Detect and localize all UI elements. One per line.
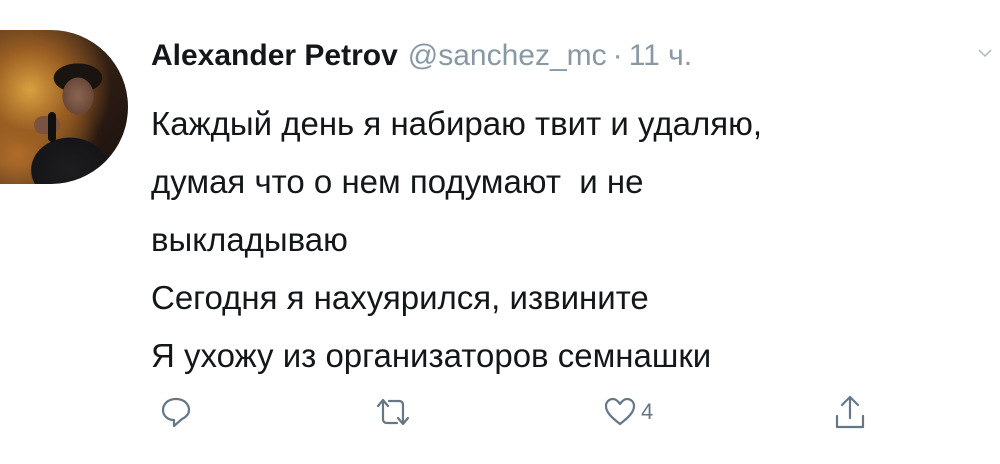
- retweet-button[interactable]: [373, 392, 413, 432]
- tweet-text: Каждый день я набираю твит и удаляю, дум…: [151, 95, 981, 385]
- tweet: Alexander Petrov @sanchez_mc · 11 ч. Кажд…: [0, 0, 1000, 464]
- user-handle[interactable]: @sanchez_mc: [408, 39, 607, 72]
- tweet-line: Сегодня я нахуярился, извините: [151, 279, 649, 316]
- reply-button[interactable]: [159, 392, 193, 432]
- avatar[interactable]: [0, 30, 128, 184]
- retweet-icon: [376, 398, 410, 426]
- tweet-time[interactable]: 11 ч.: [629, 39, 692, 72]
- meta-separator: ·: [612, 39, 623, 72]
- tweet-actions: 4: [151, 392, 881, 432]
- share-button[interactable]: [833, 392, 867, 432]
- share-icon: [835, 395, 865, 429]
- heart-icon: [604, 397, 636, 426]
- tweet-meta: @sanchez_mc · 11 ч.: [408, 39, 692, 72]
- avatar-hand: [34, 116, 60, 134]
- avatar-microphone: [48, 112, 56, 142]
- display-name[interactable]: Alexander Petrov: [151, 39, 398, 72]
- like-button[interactable]: 4: [603, 392, 653, 432]
- reply-icon: [161, 397, 191, 428]
- tweet-line: выкладываю: [151, 221, 348, 258]
- like-count: 4: [641, 399, 654, 424]
- tweet-header: Alexander Petrov @sanchez_mc · 11 ч.: [151, 38, 692, 74]
- tweet-line: думая что о нем подумают и не: [151, 163, 644, 200]
- chevron-down-icon[interactable]: [978, 46, 992, 60]
- tweet-line: Каждый день я набираю твит и удаляю,: [151, 105, 763, 142]
- tweet-line: Я ухожу из организаторов семнашки: [151, 337, 712, 374]
